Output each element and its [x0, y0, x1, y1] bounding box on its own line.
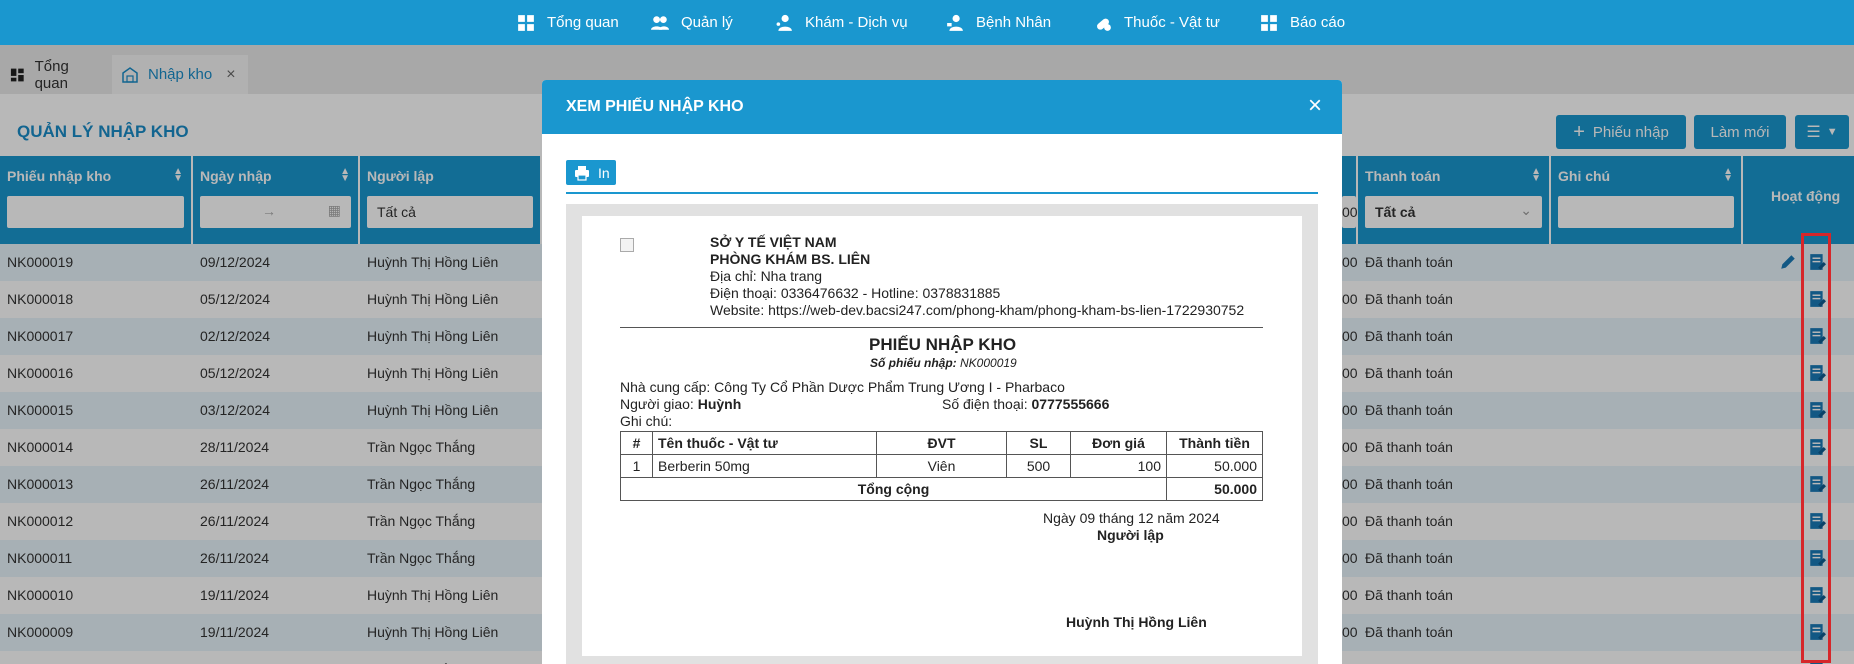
col-header: #	[620, 431, 653, 455]
report-icon	[1261, 14, 1277, 31]
action-column-highlight	[1801, 233, 1831, 663]
col-header: Đơn giá	[1070, 431, 1167, 455]
item-price: 100	[1070, 454, 1167, 478]
col-header: SL	[1006, 431, 1071, 455]
col-header: Thành tiền	[1166, 431, 1263, 455]
nav-item-exam-service[interactable]: Khám - Dịch vụ	[775, 0, 908, 45]
clinic-phone: Điện thoại: 0336476632 - Hotline: 037883…	[710, 285, 1001, 301]
nav-item-medicine[interactable]: Thuốc - Vật tư	[1094, 0, 1220, 45]
deliverer-phone: Số điện thoại: 0777555666	[942, 396, 1109, 412]
clinic-website: Website: https://web-dev.bacsi247.com/ph…	[710, 302, 1245, 318]
patient-icon	[947, 14, 963, 31]
signer-label: Người lập	[1097, 527, 1164, 543]
print-button[interactable]: In	[566, 160, 616, 185]
document-viewer: SỞ Y TẾ VIỆT NAM PHÒNG KHÁM BS. LIÊN Địa…	[566, 204, 1318, 664]
modal-title: XEM PHIẾU NHẬP KHO	[566, 98, 744, 115]
item-qty: 500	[1006, 454, 1071, 478]
doctor-icon	[776, 14, 792, 31]
items-table: # Tên thuốc - Vật tư ĐVT SL Đơn giá Thàn…	[620, 431, 1263, 501]
print-label: In	[598, 164, 610, 181]
total-label: Tổng cộng	[620, 477, 1167, 501]
nav-label: Báo cáo	[1290, 14, 1346, 31]
item-unit: Viên	[876, 454, 1007, 478]
close-icon[interactable]: ×	[1308, 94, 1322, 118]
items-table-header: # Tên thuốc - Vật tư ĐVT SL Đơn giá Thàn…	[620, 431, 1263, 455]
nav-item-reports[interactable]: Báo cáo	[1260, 0, 1345, 45]
phone-value: 0777555666	[1031, 396, 1110, 412]
receipt-number-label: Số phiếu nhập:	[870, 356, 957, 370]
org-name: SỞ Y TẾ VIỆT NAM	[710, 234, 837, 250]
total-row: Tổng cộng 50.000	[620, 477, 1263, 501]
receipt-number: Số phiếu nhập: NK000019	[870, 356, 1017, 370]
deliverer-label: Người giao:	[620, 396, 694, 412]
note-label: Ghi chú:	[620, 413, 673, 429]
modal-header: XEM PHIẾU NHẬP KHO ×	[542, 80, 1342, 134]
col-header: Tên thuốc - Vật tư	[652, 431, 877, 455]
supplier: Nhà cung cấp: Công Ty Cổ Phần Dược Phẩm …	[620, 379, 1065, 395]
nav-item-overview[interactable]: Tổng quan	[517, 0, 619, 45]
users-icon	[651, 15, 669, 30]
deliverer: Người giao: Huỳnh	[620, 396, 741, 412]
divider	[566, 192, 1318, 194]
top-navbar: Tổng quan Quản lý Khám - Dịch vụ Bệnh Nh…	[0, 0, 1854, 45]
view-import-modal: XEM PHIẾU NHẬP KHO × In SỞ Y TẾ VIỆT NAM…	[542, 80, 1342, 664]
import-receipt: SỞ Y TẾ VIỆT NAM PHÒNG KHÁM BS. LIÊN Địa…	[582, 216, 1302, 656]
col-header: ĐVT	[876, 431, 1007, 455]
phone-label: Số điện thoại:	[942, 396, 1028, 412]
printer-icon	[575, 165, 589, 181]
clinic-address: Địa chỉ: Nha trang	[710, 268, 823, 284]
nav-label: Khám - Dịch vụ	[805, 14, 908, 31]
nav-label: Tổng quan	[547, 14, 619, 31]
nav-label: Quản lý	[681, 14, 733, 31]
medicine-icon	[1097, 18, 1111, 31]
receipt-title: PHIẾU NHẬP KHO	[869, 335, 1017, 354]
item-total: 50.000	[1166, 454, 1263, 478]
receipt-number-value: NK000019	[960, 356, 1017, 370]
deliverer-value: Huỳnh	[697, 396, 742, 412]
nav-label: Bệnh Nhân	[976, 14, 1052, 31]
nav-label: Thuốc - Vật tư	[1124, 14, 1220, 31]
item-no: 1	[620, 454, 653, 478]
nav-item-management[interactable]: Quản lý	[651, 0, 733, 45]
total-value: 50.000	[1166, 477, 1263, 501]
signer-name: Huỳnh Thị Hồng Liên	[1066, 614, 1207, 630]
receipt-date: Ngày 09 tháng 12 năm 2024	[1043, 510, 1220, 526]
clinic-name: PHÒNG KHÁM BS. LIÊN	[710, 251, 871, 267]
divider	[620, 327, 1263, 328]
clinic-logo	[620, 238, 634, 252]
dashboard-icon	[518, 14, 534, 31]
nav-item-patients[interactable]: Bệnh Nhân	[946, 0, 1051, 45]
item-name: Berberin 50mg	[652, 454, 877, 478]
table-row: 1 Berberin 50mg Viên 500 100 50.000	[620, 454, 1263, 478]
